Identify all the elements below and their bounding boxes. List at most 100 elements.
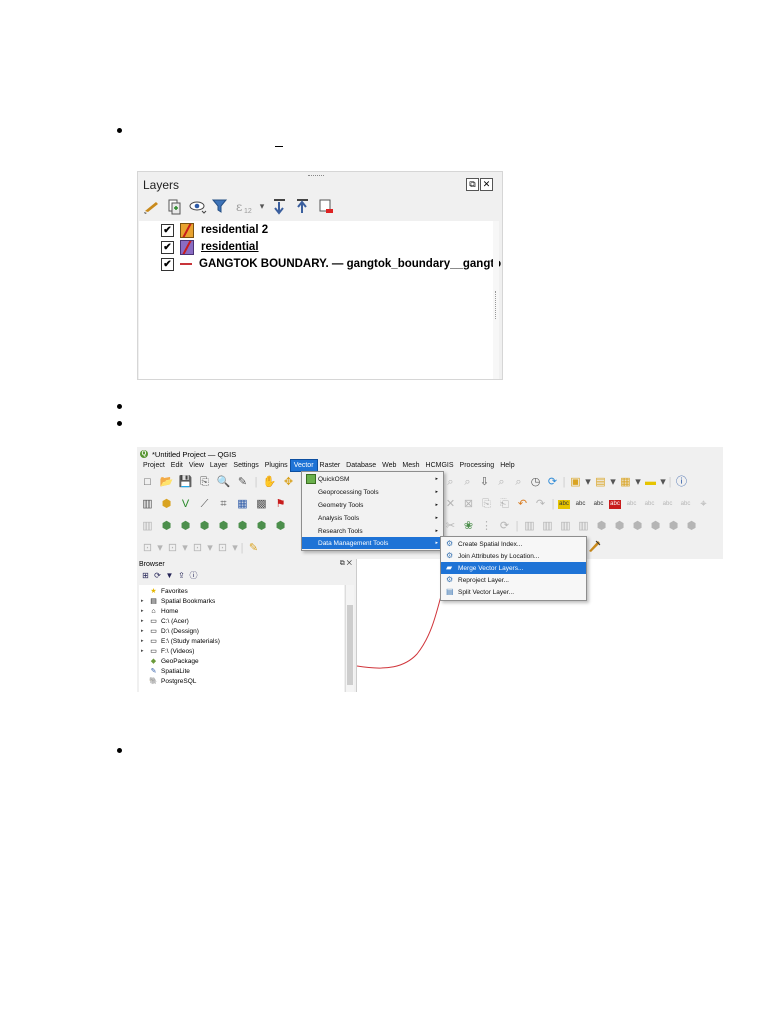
vertex-tool-icon[interactable]: ⬢	[197, 519, 212, 534]
menu-mesh[interactable]: Mesh	[399, 460, 422, 471]
zoom-icon[interactable]: ⌕	[511, 475, 526, 490]
menu-edit[interactable]: Edit	[168, 460, 186, 471]
browser-dock-buttons[interactable]: ⧉ ✕	[340, 560, 352, 568]
label-tool-icon[interactable]: abc	[624, 497, 639, 512]
analysis-icon[interactable]: ▥	[576, 519, 591, 534]
menu-item-data-management-tools[interactable]: Data Management Tools ▸	[302, 537, 443, 549]
layer-visibility-checkbox[interactable]: ✔	[161, 257, 174, 271]
chevron-down-icon[interactable]: ▾	[585, 475, 591, 490]
menu-help[interactable]: Help	[497, 460, 517, 471]
chevron-down-icon[interactable]: ▾	[182, 541, 188, 556]
vertex-tool-icon[interactable]: ⬢	[235, 519, 250, 534]
visibility-icon[interactable]	[188, 197, 207, 216]
vertex-tool-icon[interactable]: ⬢	[159, 519, 174, 534]
menu-item-join-attributes-by-location[interactable]: ⚙ Join Attributes by Location...	[441, 550, 586, 562]
cut-features-icon[interactable]: ⊠	[461, 497, 476, 512]
pan-to-selection-icon[interactable]: ✥	[281, 475, 296, 490]
menu-item-geometry-tools[interactable]: Geometry Tools ▸	[302, 499, 443, 511]
snapping-icon[interactable]: ⊡	[140, 541, 155, 556]
vertex-tool-icon[interactable]: ⬢	[216, 519, 231, 534]
browser-item[interactable]: ✎ SpatiaLite	[141, 666, 190, 676]
menu-hcmgis[interactable]: HCMGIS	[423, 460, 457, 471]
style-manager-icon[interactable]	[142, 197, 161, 216]
browser-item[interactable]: 🐘 PostgreSQL	[141, 676, 196, 686]
browser-item[interactable]: ▸ ▭ C:\ (Acer)	[141, 616, 189, 626]
scrollbar-thumb[interactable]	[347, 605, 353, 685]
browser-item[interactable]: ▸ ▭ F:\ (Videos)	[141, 646, 194, 656]
browser-item[interactable]: ▸ ⌂ Home	[141, 606, 178, 616]
snapping-icon[interactable]: ⊡	[215, 541, 230, 556]
chevron-down-icon[interactable]: ▾	[660, 475, 666, 490]
info-icon[interactable]: ⓘ	[189, 571, 198, 580]
zoom-icon[interactable]: ⌕	[494, 475, 509, 490]
browser-scrollbar[interactable]	[345, 585, 354, 692]
menu-item-merge-vector-layers[interactable]: ▰ Merge Vector Layers...	[441, 562, 586, 574]
save-as-icon[interactable]: ⎘	[197, 475, 212, 490]
float-panel-icon[interactable]: ⧉	[466, 178, 479, 191]
browser-item[interactable]: ▸ ▭ E:\ (Study materials)	[141, 636, 220, 646]
style-manager-icon[interactable]: ✎	[235, 475, 250, 490]
expand-arrow-icon[interactable]: ▸	[141, 638, 149, 644]
collapse-all-icon[interactable]	[294, 197, 313, 216]
layer-visibility-checkbox[interactable]: ✔	[161, 240, 174, 254]
panel-grip-handle[interactable]	[308, 172, 324, 176]
menu-layer[interactable]: Layer	[207, 460, 231, 471]
menu-item-analysis-tools[interactable]: Analysis Tools ▸	[302, 512, 443, 524]
add-selected-icon[interactable]: ⊞	[141, 571, 150, 580]
browser-item[interactable]: ◆ GeoPackage	[141, 656, 199, 666]
label-tool-icon[interactable]: abc	[678, 497, 693, 512]
add-delimited-text-icon[interactable]: ⟋	[197, 497, 212, 512]
new-project-icon[interactable]: □	[140, 475, 155, 490]
menu-item-create-spatial-index[interactable]: ⚙ Create Spatial Index...	[441, 538, 586, 550]
label-tool-icon[interactable]: abc	[558, 499, 570, 509]
analysis-icon[interactable]: ⬢	[594, 519, 609, 534]
add-raster-icon[interactable]: ▦	[235, 497, 250, 512]
menu-raster[interactable]: Raster	[317, 460, 344, 471]
deselect-icon[interactable]: ▦	[618, 475, 633, 490]
label-tool-icon[interactable]: abc	[609, 499, 621, 509]
save-project-icon[interactable]: 💾	[178, 475, 193, 490]
menu-view[interactable]: View	[186, 460, 207, 471]
browser-item[interactable]: ★ Favorites	[141, 586, 187, 596]
analysis-icon[interactable]: ⬢	[666, 519, 681, 534]
add-vector-layer-icon[interactable]: V	[178, 497, 193, 512]
label-tool-icon[interactable]: abc	[642, 497, 657, 512]
zoom-icon[interactable]: ⌕	[443, 475, 458, 490]
chevron-down-icon[interactable]: ▾	[610, 475, 616, 490]
menu-item-reproject-layer[interactable]: ⚙ Reproject Layer...	[441, 574, 586, 586]
pin-label-icon[interactable]: ⌖	[696, 497, 711, 512]
remove-layer-icon[interactable]	[317, 197, 336, 216]
layer-row[interactable]: ✔ residential	[161, 239, 259, 255]
data-source-manager-icon[interactable]: ▥	[140, 497, 155, 512]
pan-hand-icon[interactable]: ✋	[262, 475, 277, 490]
analysis-icon[interactable]: ⬢	[612, 519, 627, 534]
layer-row[interactable]: ✔ residential 2	[161, 222, 268, 238]
add-layer-icon[interactable]: ⬢	[159, 497, 174, 512]
delete-selected-icon[interactable]: ✕	[443, 497, 458, 512]
chevron-down-icon[interactable]: ▾	[232, 541, 238, 556]
add-group-icon[interactable]	[165, 197, 184, 216]
zoom-icon[interactable]: ⇩	[477, 475, 492, 490]
expand-arrow-icon[interactable]: ▸	[141, 648, 149, 654]
print-layout-icon[interactable]: 🔍	[216, 475, 231, 490]
chevron-down-icon[interactable]: ▾	[207, 541, 213, 556]
menu-plugins[interactable]: Plugins	[262, 460, 291, 471]
menu-item-research-tools[interactable]: Research Tools ▸	[302, 525, 443, 537]
copy-features-icon[interactable]: ⎘	[479, 497, 494, 512]
analysis-icon[interactable]: ⬢	[630, 519, 645, 534]
open-project-icon[interactable]: 📂	[159, 475, 174, 490]
vertex-tool-icon[interactable]: ⬢	[178, 519, 193, 534]
label-tool-icon[interactable]: abc	[591, 497, 606, 512]
expand-arrow-icon[interactable]: ▸	[141, 608, 149, 614]
analysis-icon[interactable]: ⬢	[648, 519, 663, 534]
add-point-icon[interactable]: ⚑	[273, 497, 288, 512]
menu-vector[interactable]: Vector	[289, 459, 318, 472]
expand-arrow-icon[interactable]: ▸	[141, 598, 149, 604]
menu-item-geoprocessing-tools[interactable]: Geoprocessing Tools ▸	[302, 486, 443, 498]
info-icon[interactable]: ⓘ	[674, 475, 689, 490]
analysis-icon[interactable]: ▥	[558, 519, 573, 534]
zoom-icon[interactable]: ⌕	[460, 475, 475, 490]
paste-features-icon[interactable]: ⎗	[497, 497, 512, 512]
analysis-icon[interactable]: ▥	[540, 519, 555, 534]
filter-icon[interactable]	[211, 197, 230, 216]
